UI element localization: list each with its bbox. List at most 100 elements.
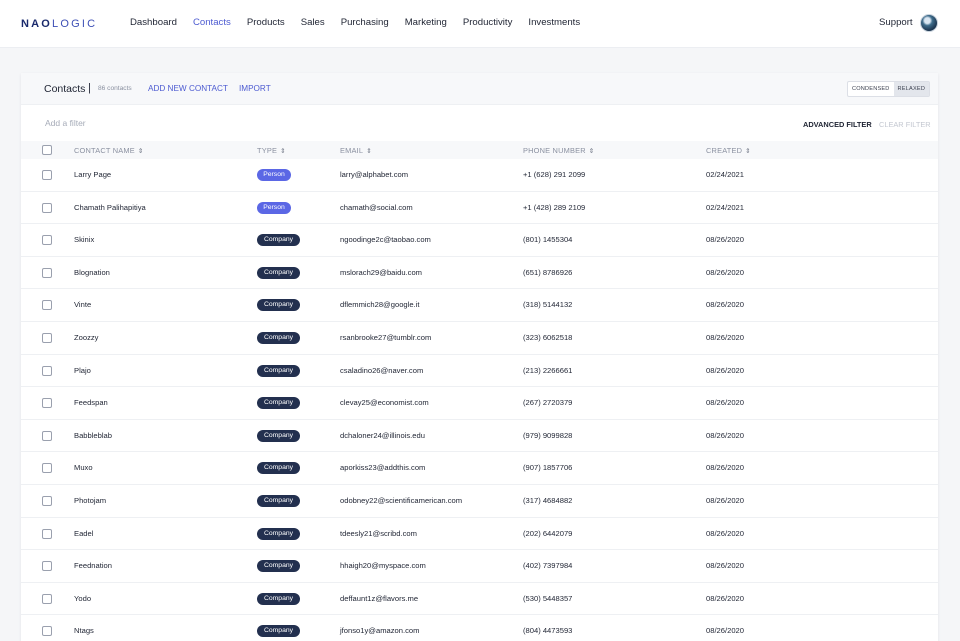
column-header-type[interactable]: TYPE ⇕ bbox=[257, 146, 286, 155]
row-checkbox[interactable] bbox=[42, 593, 52, 604]
created-cell: 08/26/2020 bbox=[706, 430, 745, 440]
email-cell: hhaigh20@myspace.com bbox=[340, 561, 426, 571]
table-row[interactable]: Ntags Company jfonso1y@amazon.com (804) 447… bbox=[21, 615, 938, 641]
column-label: PHONE NUMBER bbox=[523, 146, 586, 155]
table-row[interactable]: Zoozzy Company rsanbrooke27@tumblr.com (323… bbox=[21, 322, 938, 355]
created-cell: 08/26/2020 bbox=[706, 267, 745, 277]
table-row[interactable]: Feedspan Company clevay25@economist.com (26… bbox=[21, 387, 938, 420]
created-cell: 08/26/2020 bbox=[706, 463, 745, 473]
relaxed-option[interactable]: RELAXED bbox=[893, 82, 930, 96]
type-badge: Company bbox=[257, 625, 300, 638]
email-cell: chamath@social.com bbox=[340, 202, 413, 212]
column-header-phone-number[interactable]: PHONE NUMBER ⇕ bbox=[523, 146, 594, 155]
contact-name-cell: Feedspan bbox=[74, 398, 108, 408]
phone-cell: (402) 7397984 bbox=[523, 561, 573, 571]
nav-item-investments[interactable]: Investments bbox=[528, 17, 580, 28]
email-cell: larry@alphabet.com bbox=[340, 170, 409, 179]
row-checkbox[interactable] bbox=[42, 267, 52, 278]
type-badge: Company bbox=[257, 429, 300, 442]
sort-icon: ⇕ bbox=[588, 148, 595, 155]
table-row[interactable]: Yodo Company deffaunt1z@flavors.me (530) 54… bbox=[21, 583, 938, 616]
type-badge: Company bbox=[257, 397, 300, 410]
row-checkbox[interactable] bbox=[42, 626, 52, 637]
table-row[interactable]: Eadel Company tdeesly21@scribd.com (202) 64… bbox=[21, 518, 938, 551]
logo-text-bold: NAO bbox=[21, 18, 53, 30]
created-cell: 08/26/2020 bbox=[706, 626, 745, 636]
contact-name-cell: Vinte bbox=[74, 300, 92, 310]
nav-item-sales[interactable]: Sales bbox=[301, 17, 325, 28]
table-row[interactable]: Muxo Company aporkiss23@addthis.com (907) 1… bbox=[21, 452, 938, 485]
column-header-email[interactable]: EMAIL ⇕ bbox=[340, 146, 372, 155]
row-checkbox[interactable] bbox=[42, 528, 52, 539]
filter-input[interactable] bbox=[45, 118, 345, 128]
clear-filter-button[interactable]: CLEAR FILTER bbox=[879, 120, 931, 129]
contacts-header: Contacts | 86 contacts ADD NEW CONTACT I… bbox=[21, 73, 938, 105]
created-cell: 08/26/2020 bbox=[706, 561, 745, 571]
table-row[interactable]: Feednation Company hhaigh20@myspace.com (40… bbox=[21, 550, 938, 583]
row-checkbox[interactable] bbox=[42, 170, 52, 180]
phone-cell: (317) 4684882 bbox=[523, 496, 573, 505]
row-checkbox[interactable] bbox=[42, 202, 52, 213]
table-row[interactable]: Photojam Company odobney22@scientificameri… bbox=[21, 485, 938, 518]
advanced-filter-button[interactable]: ADVANCED FILTER bbox=[803, 120, 872, 129]
row-checkbox[interactable] bbox=[42, 561, 52, 572]
nav-item-contacts[interactable]: Contacts bbox=[193, 17, 231, 28]
column-header-contact-name[interactable]: CONTACT NAME ⇕ bbox=[74, 146, 144, 155]
row-checkbox[interactable] bbox=[42, 300, 52, 311]
table-row[interactable]: Skinix Company ngoodinge2c@taobao.com (801)… bbox=[21, 224, 938, 257]
column-label: CREATED bbox=[706, 146, 743, 155]
nav-item-purchasing[interactable]: Purchasing bbox=[341, 17, 389, 28]
email-cell: tdeesly21@scribd.com bbox=[340, 528, 417, 538]
email-cell: aporkiss23@addthis.com bbox=[340, 463, 426, 473]
row-checkbox[interactable] bbox=[42, 235, 52, 246]
phone-cell: (801) 1455304 bbox=[523, 235, 573, 245]
created-cell: 08/26/2020 bbox=[706, 496, 745, 505]
row-checkbox[interactable] bbox=[42, 463, 52, 474]
contact-name-cell: Skinix bbox=[74, 235, 95, 245]
main-nav: Dashboard Contacts Products Sales Purchasing… bbox=[130, 17, 596, 28]
type-badge: Company bbox=[257, 527, 300, 540]
nav-item-dashboard[interactable]: Dashboard bbox=[130, 17, 177, 28]
type-badge: Company bbox=[257, 234, 300, 247]
phone-cell: +1 (628) 291 2099 bbox=[523, 170, 586, 179]
support-link[interactable]: Support bbox=[879, 17, 913, 28]
row-checkbox[interactable] bbox=[42, 333, 52, 343]
table-row[interactable]: Chamath Palihapitiya Person chamath@social… bbox=[21, 192, 938, 225]
contact-name-cell: Plajo bbox=[74, 365, 91, 375]
contacts-panel: Contacts | 86 contacts ADD NEW CONTACT I… bbox=[21, 73, 938, 641]
created-cell: 02/24/2021 bbox=[706, 170, 745, 179]
table-row[interactable]: Blognation Company mslorach29@baidu.com (65… bbox=[21, 257, 938, 290]
row-checkbox[interactable] bbox=[42, 430, 52, 441]
row-checkbox[interactable] bbox=[42, 398, 52, 409]
row-checkbox[interactable] bbox=[42, 365, 52, 376]
phone-cell: (651) 8786926 bbox=[523, 267, 573, 277]
sort-icon: ⇕ bbox=[745, 148, 751, 155]
phone-cell: (202) 6442079 bbox=[523, 528, 573, 538]
table-row[interactable]: Larry Page Person larry@alphabet.com +1 (62… bbox=[21, 159, 938, 192]
user-avatar[interactable] bbox=[920, 14, 938, 32]
row-checkbox[interactable] bbox=[42, 496, 52, 506]
table-row[interactable]: Plajo Company csaladino26@naver.com (213) 2… bbox=[21, 355, 938, 388]
email-cell: dflemmich28@google.it bbox=[340, 300, 420, 310]
nav-item-products[interactable]: Products bbox=[247, 17, 285, 28]
created-cell: 02/24/2021 bbox=[706, 202, 745, 212]
contact-name-cell: Blognation bbox=[74, 267, 110, 277]
column-header-created[interactable]: CREATED ⇕ bbox=[706, 146, 751, 155]
density-toggle: CONDENSED RELAXED bbox=[847, 81, 931, 97]
contact-name-cell: Chamath Palihapitiya bbox=[74, 202, 146, 212]
title-separator: | bbox=[88, 82, 91, 94]
condensed-option[interactable]: CONDENSED bbox=[848, 82, 894, 96]
naologic-logo[interactable]: NAOLOGIC bbox=[21, 18, 97, 30]
table-row[interactable]: Vinte Company dflemmich28@google.it (318) 5… bbox=[21, 289, 938, 322]
table-row[interactable]: Babbleblab Company dchaloner24@illinois.ed… bbox=[21, 420, 938, 453]
nav-item-marketing[interactable]: Marketing bbox=[405, 17, 447, 28]
phone-cell: (213) 2266661 bbox=[523, 365, 573, 375]
nav-item-productivity[interactable]: Productivity bbox=[463, 17, 513, 28]
filter-bar: ADVANCED FILTER CLEAR FILTER bbox=[21, 114, 938, 134]
sort-icon: ⇕ bbox=[366, 148, 372, 155]
type-badge: Person bbox=[257, 169, 291, 181]
import-button[interactable]: IMPORT bbox=[239, 84, 271, 93]
select-all-checkbox[interactable] bbox=[42, 145, 52, 155]
add-new-contact-button[interactable]: ADD NEW CONTACT bbox=[148, 84, 228, 93]
type-badge: Company bbox=[257, 592, 300, 605]
